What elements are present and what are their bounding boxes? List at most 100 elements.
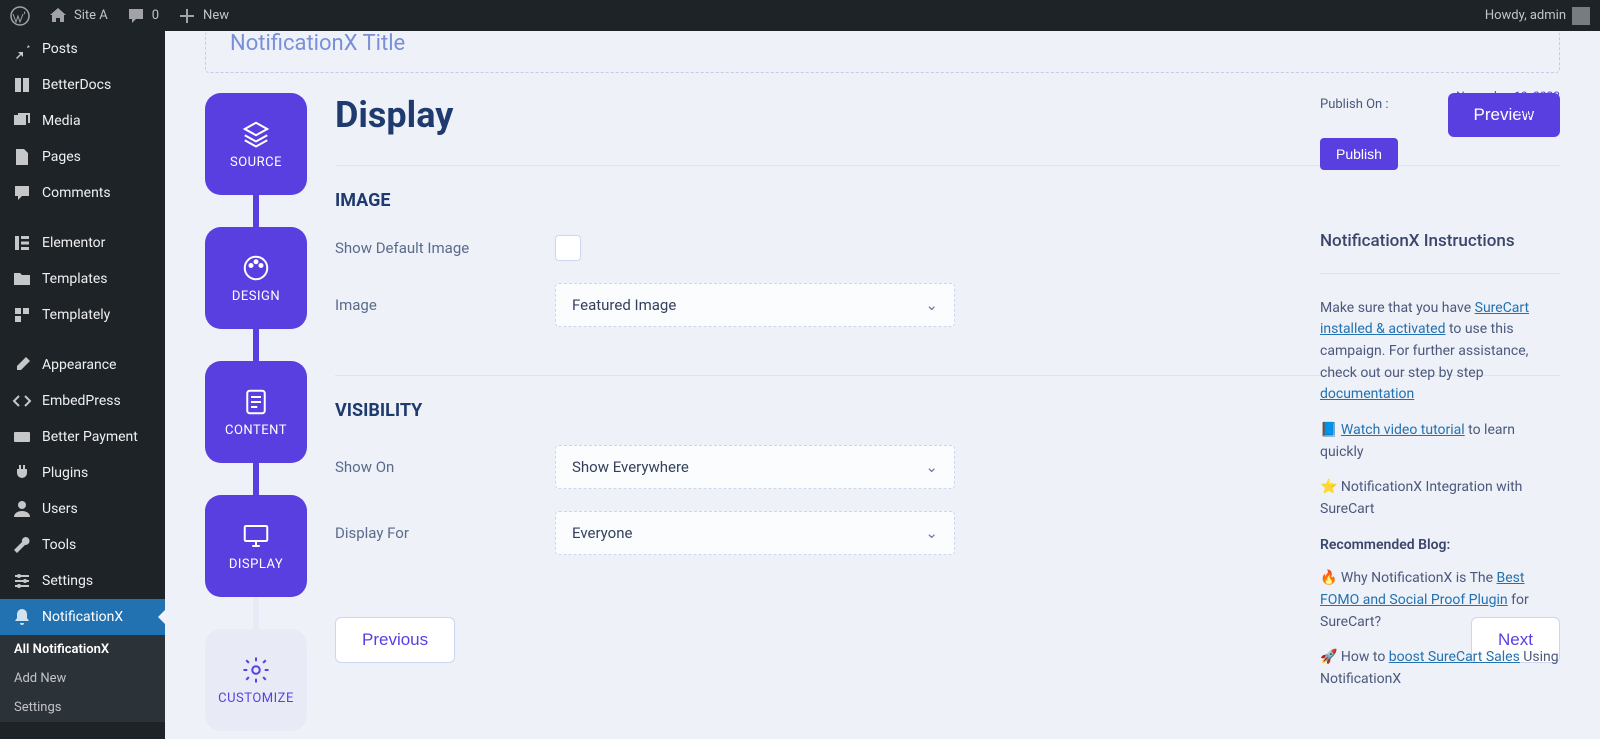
menu-settings[interactable]: Settings bbox=[0, 563, 165, 599]
menu-label: Users bbox=[42, 501, 78, 517]
field-label-displayfor: Display For bbox=[335, 524, 515, 542]
palette-icon bbox=[241, 253, 271, 283]
menu-label: BetterDocs bbox=[42, 77, 111, 93]
wp-sidebar: Posts BetterDocs Media Pages Comments El… bbox=[0, 31, 165, 739]
select-showon[interactable]: Show Everywhere ⌄ bbox=[555, 445, 955, 489]
submenu-addnew[interactable]: Add New bbox=[0, 664, 165, 693]
menu-betterdocs[interactable]: BetterDocs bbox=[0, 67, 165, 103]
menu-label: Appearance bbox=[42, 357, 116, 373]
sliders-icon bbox=[12, 571, 32, 591]
menu-plugins[interactable]: Plugins bbox=[0, 455, 165, 491]
step-display[interactable]: DISPLAY bbox=[205, 495, 307, 597]
step-customize[interactable]: CUSTOMIZE bbox=[205, 629, 307, 731]
comment-icon bbox=[12, 183, 32, 203]
select-displayfor[interactable]: Everyone ⌄ bbox=[555, 511, 955, 555]
menu-templates[interactable]: Templates bbox=[0, 261, 165, 297]
previous-button[interactable]: Previous bbox=[335, 617, 455, 663]
howdy-text: Howdy, admin bbox=[1485, 8, 1566, 23]
wp-logo[interactable] bbox=[10, 6, 30, 26]
widget-title: NotificationX Instructions bbox=[1320, 228, 1560, 273]
monitor-icon bbox=[241, 521, 271, 551]
menu-appearance[interactable]: Appearance bbox=[0, 347, 165, 383]
comments-link[interactable]: 0 bbox=[126, 6, 159, 26]
right-sidebar: Publish On : November 19, 20234:07 pm Pu… bbox=[1320, 31, 1560, 705]
menu-embedpress[interactable]: EmbedPress bbox=[0, 383, 165, 419]
menu-comments[interactable]: Comments bbox=[0, 175, 165, 211]
doc-icon bbox=[241, 387, 271, 417]
text: ⭐ NotificationX Integration with SureCar… bbox=[1320, 477, 1560, 520]
pin-icon bbox=[12, 39, 32, 59]
step-content[interactable]: CONTENT bbox=[205, 361, 307, 463]
page-icon bbox=[12, 147, 32, 167]
menu-elementor[interactable]: Elementor bbox=[0, 225, 165, 261]
main-content: NotificationX Title SOURCE DESIGN CONTEN… bbox=[165, 31, 1600, 739]
select-image[interactable]: Featured Image ⌄ bbox=[555, 283, 955, 327]
submenu-settings[interactable]: Settings bbox=[0, 693, 165, 722]
wrench-icon bbox=[12, 535, 32, 555]
publish-date: November 19, 20234:07 pm bbox=[1456, 89, 1560, 120]
templately-icon bbox=[12, 305, 32, 325]
layers-icon bbox=[241, 119, 271, 149]
field-label-showon: Show On bbox=[335, 458, 515, 476]
media-icon bbox=[12, 111, 32, 131]
step-label: SOURCE bbox=[230, 155, 282, 170]
menu-label: Elementor bbox=[42, 235, 105, 251]
bell-icon bbox=[12, 607, 32, 627]
field-label-defaultimg: Show Default Image bbox=[335, 239, 515, 257]
link-documentation[interactable]: documentation bbox=[1320, 386, 1414, 402]
embed-icon bbox=[12, 391, 32, 411]
menu-label: Posts bbox=[42, 41, 78, 57]
gear-icon bbox=[241, 655, 271, 685]
chevron-down-icon: ⌄ bbox=[925, 524, 938, 542]
step-label: CONTENT bbox=[225, 423, 287, 438]
menu-label: EmbedPress bbox=[42, 393, 121, 409]
instructions-widget: NotificationX Instructions Make sure tha… bbox=[1320, 228, 1560, 691]
elementor-icon bbox=[12, 233, 32, 253]
howdy-link[interactable]: Howdy, admin bbox=[1485, 7, 1590, 25]
checkbox-defaultimg[interactable] bbox=[555, 235, 581, 261]
step-design[interactable]: DESIGN bbox=[205, 227, 307, 329]
avatar bbox=[1572, 7, 1590, 25]
menu-tools[interactable]: Tools bbox=[0, 527, 165, 563]
menu-pages[interactable]: Pages bbox=[0, 139, 165, 175]
menu-label: Better Payment bbox=[42, 429, 138, 445]
publish-button[interactable]: Publish bbox=[1320, 138, 1398, 170]
user-icon bbox=[12, 499, 32, 519]
menu-users[interactable]: Users bbox=[0, 491, 165, 527]
card-icon bbox=[12, 427, 32, 447]
book-icon bbox=[12, 75, 32, 95]
text: 📘 bbox=[1320, 422, 1341, 438]
title-placeholder: NotificationX Title bbox=[230, 31, 405, 56]
folder-icon bbox=[12, 269, 32, 289]
chevron-down-icon: ⌄ bbox=[925, 296, 938, 314]
menu-posts[interactable]: Posts bbox=[0, 31, 165, 67]
site-link[interactable]: Site A bbox=[48, 6, 108, 26]
step-rail: SOURCE DESIGN CONTENT DISPLAY CUSTOMIZE bbox=[205, 93, 307, 731]
menu-templately[interactable]: Templately bbox=[0, 297, 165, 333]
new-link[interactable]: New bbox=[177, 6, 229, 26]
wp-admin-bar: Site A 0 New Howdy, admin bbox=[0, 0, 1600, 31]
chevron-down-icon: ⌄ bbox=[925, 458, 938, 476]
publish-on-label: Publish On : bbox=[1320, 97, 1389, 112]
select-value: Everyone bbox=[572, 524, 632, 542]
link-blog2[interactable]: boost SureCart Sales bbox=[1389, 649, 1520, 665]
plug-icon bbox=[12, 463, 32, 483]
text: 🚀 How to bbox=[1320, 649, 1389, 665]
menu-label: Tools bbox=[42, 537, 76, 553]
menu-betterpayment[interactable]: Better Payment bbox=[0, 419, 165, 455]
submenu-all[interactable]: All NotificationX bbox=[0, 635, 165, 664]
link-video[interactable]: Watch video tutorial bbox=[1341, 422, 1465, 438]
rec-title: Recommended Blog: bbox=[1320, 535, 1560, 557]
step-label: DESIGN bbox=[232, 289, 280, 304]
menu-notificationx[interactable]: NotificationX bbox=[0, 599, 165, 635]
menu-label: Templately bbox=[42, 307, 110, 323]
step-source[interactable]: SOURCE bbox=[205, 93, 307, 195]
step-label: CUSTOMIZE bbox=[218, 691, 294, 706]
comment-count: 0 bbox=[152, 8, 159, 23]
panel-title: Display bbox=[335, 94, 453, 136]
select-value: Show Everywhere bbox=[572, 458, 689, 476]
text: Make sure that you have bbox=[1320, 300, 1475, 316]
menu-media[interactable]: Media bbox=[0, 103, 165, 139]
menu-label: NotificationX bbox=[42, 609, 123, 625]
menu-label: Settings bbox=[42, 573, 93, 589]
